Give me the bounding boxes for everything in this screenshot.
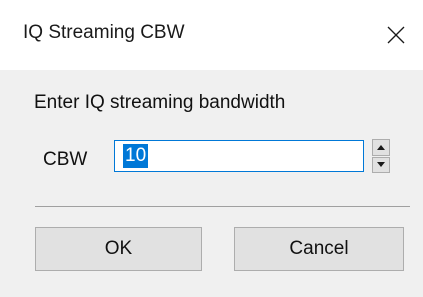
cbw-input-value: 10: [123, 144, 149, 168]
close-button[interactable]: [369, 0, 423, 70]
cbw-label: CBW: [43, 149, 88, 170]
divider: [35, 206, 410, 207]
cbw-spinner[interactable]: [372, 139, 390, 173]
triangle-down-icon: [377, 162, 385, 168]
close-x-icon: [387, 26, 405, 44]
ok-button[interactable]: OK: [35, 227, 202, 271]
cancel-button[interactable]: Cancel: [234, 227, 404, 271]
iq-streaming-cbw-dialog: IQ Streaming CBW Enter IQ streaming band…: [0, 0, 423, 297]
spin-up-button[interactable]: [372, 139, 390, 156]
spin-down-button[interactable]: [372, 156, 390, 173]
dialog-body: Enter IQ streaming bandwidth CBW 10 OK C…: [0, 70, 423, 297]
window-title: IQ Streaming CBW: [23, 22, 185, 43]
prompt-label: Enter IQ streaming bandwidth: [34, 92, 286, 113]
triangle-up-icon: [377, 144, 385, 150]
cbw-input[interactable]: 10: [114, 140, 364, 172]
title-bar: IQ Streaming CBW: [0, 0, 423, 70]
